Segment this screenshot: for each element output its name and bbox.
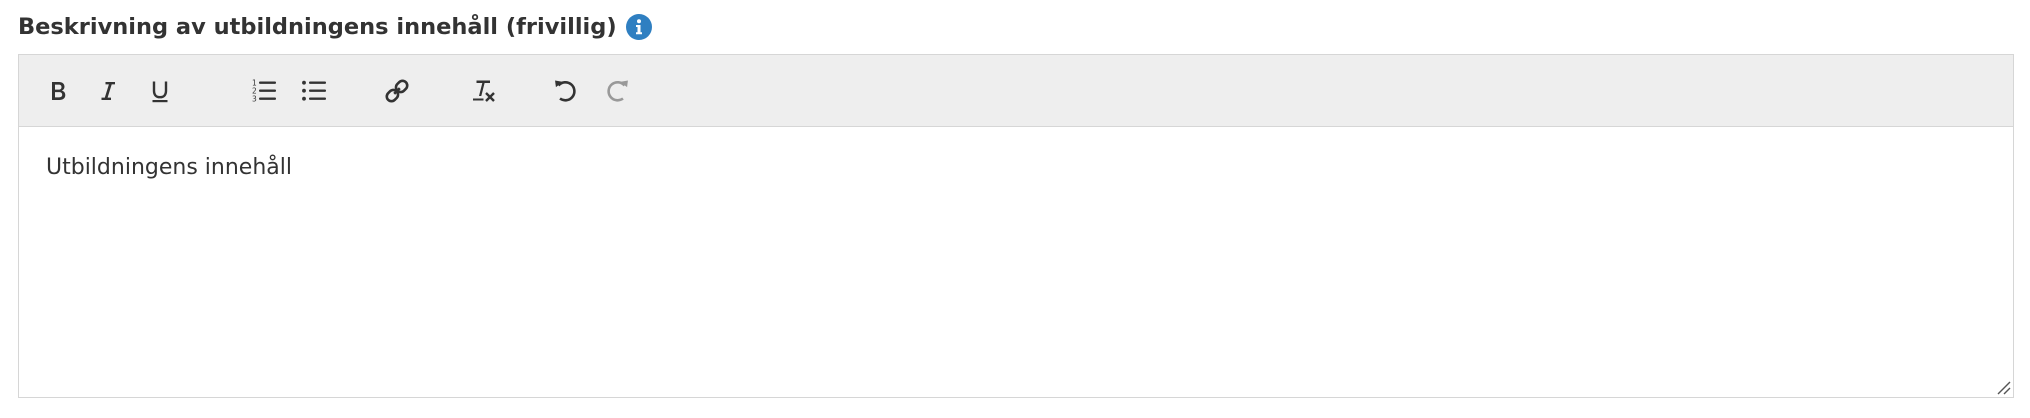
bulleted-list-button[interactable] [294, 71, 334, 111]
underline-icon [152, 81, 168, 103]
redo-icon [607, 80, 628, 102]
resize-handle[interactable] [1995, 379, 2011, 395]
italic-icon [101, 82, 115, 100]
italic-button[interactable] [88, 71, 128, 111]
field-label: Beskrivning av utbildningens innehåll (f… [18, 14, 617, 40]
numbered-list-button[interactable]: 1 2 3 [244, 71, 284, 111]
link-icon [385, 79, 409, 103]
undo-icon [555, 80, 576, 102]
undo-button[interactable] [546, 71, 586, 111]
svg-text:3: 3 [252, 95, 257, 104]
info-circle-icon[interactable] [625, 14, 652, 40]
field-label-row: Beskrivning av utbildningens innehåll (f… [18, 11, 652, 43]
remove-format-button[interactable] [463, 71, 503, 111]
resize-grip-icon [1997, 381, 2011, 395]
bulleted-list-icon [302, 80, 326, 101]
redo-button[interactable] [597, 71, 637, 111]
rich-text-editor: 1 2 3 Utbildningens innehåll [18, 54, 2014, 398]
bold-icon [52, 82, 66, 100]
link-button[interactable] [377, 71, 417, 111]
bold-button[interactable] [38, 71, 78, 111]
editor-content[interactable]: Utbildningens innehåll [46, 155, 292, 180]
editor-toolbar: 1 2 3 [19, 55, 2013, 127]
remove-format-icon [473, 80, 495, 102]
underline-button[interactable] [140, 71, 180, 111]
numbered-list-icon: 1 2 3 [252, 79, 276, 104]
